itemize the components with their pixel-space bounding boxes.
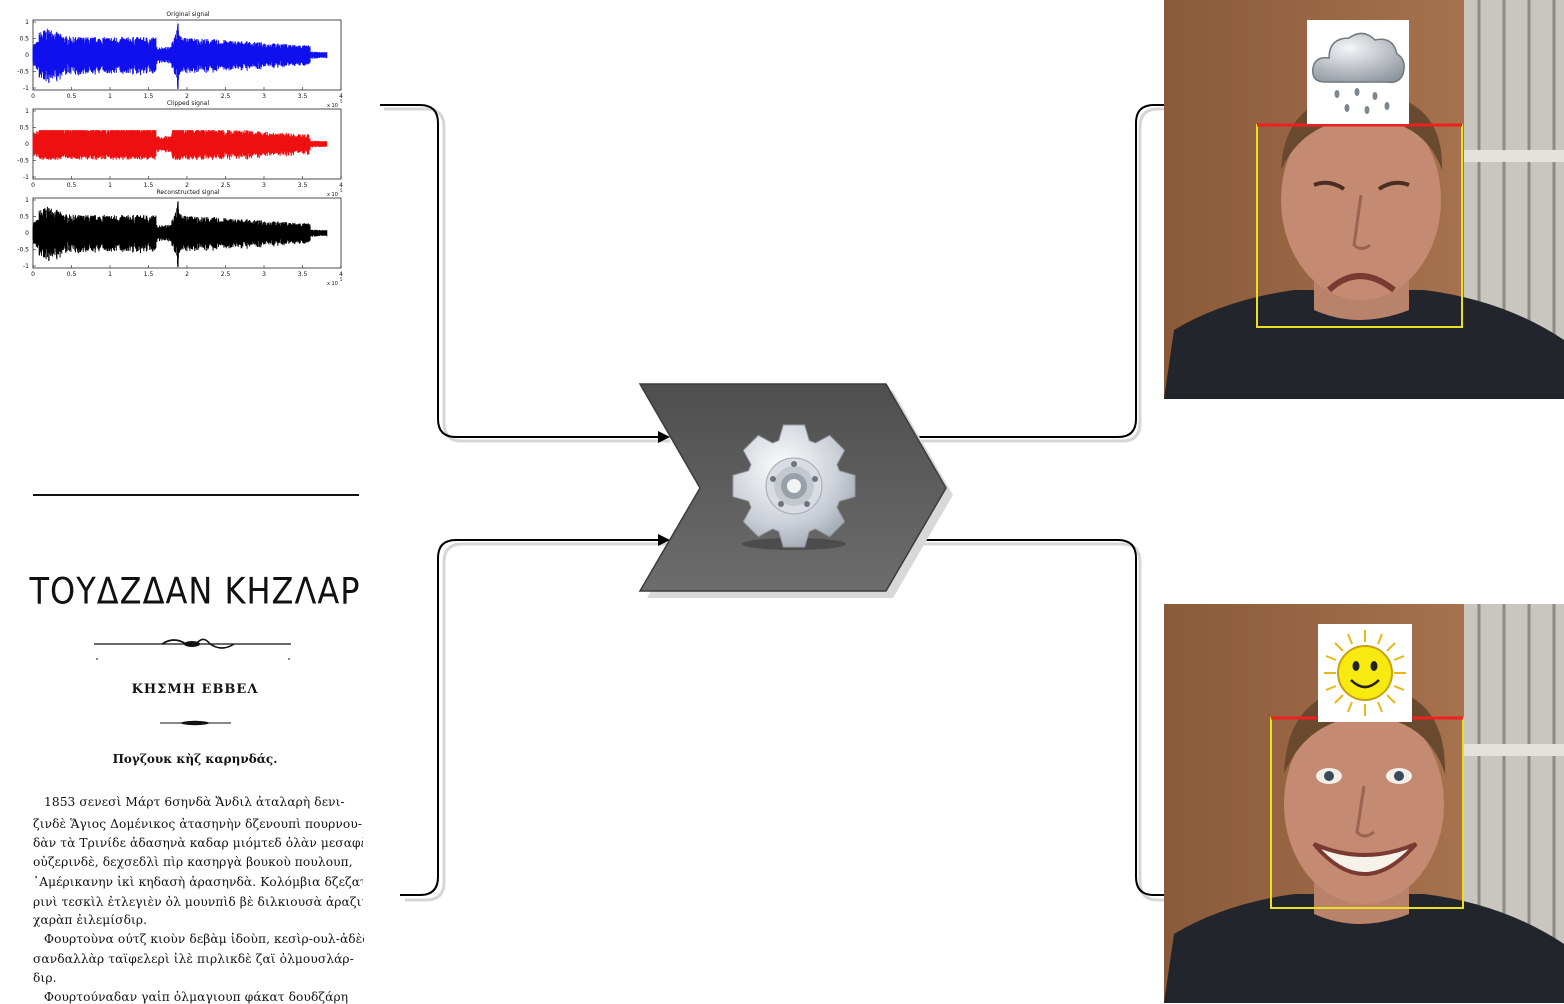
rain-cloud-icon (1307, 20, 1409, 124)
connector-process-to-happy (918, 539, 1164, 896)
connector-signal-to-process (380, 104, 670, 443)
face-image-happy (1164, 604, 1564, 1003)
connector-document-to-process (400, 534, 670, 896)
connector-process-to-sad (918, 104, 1164, 438)
face-image-sad (1164, 0, 1564, 399)
sun-icon (1318, 624, 1412, 722)
